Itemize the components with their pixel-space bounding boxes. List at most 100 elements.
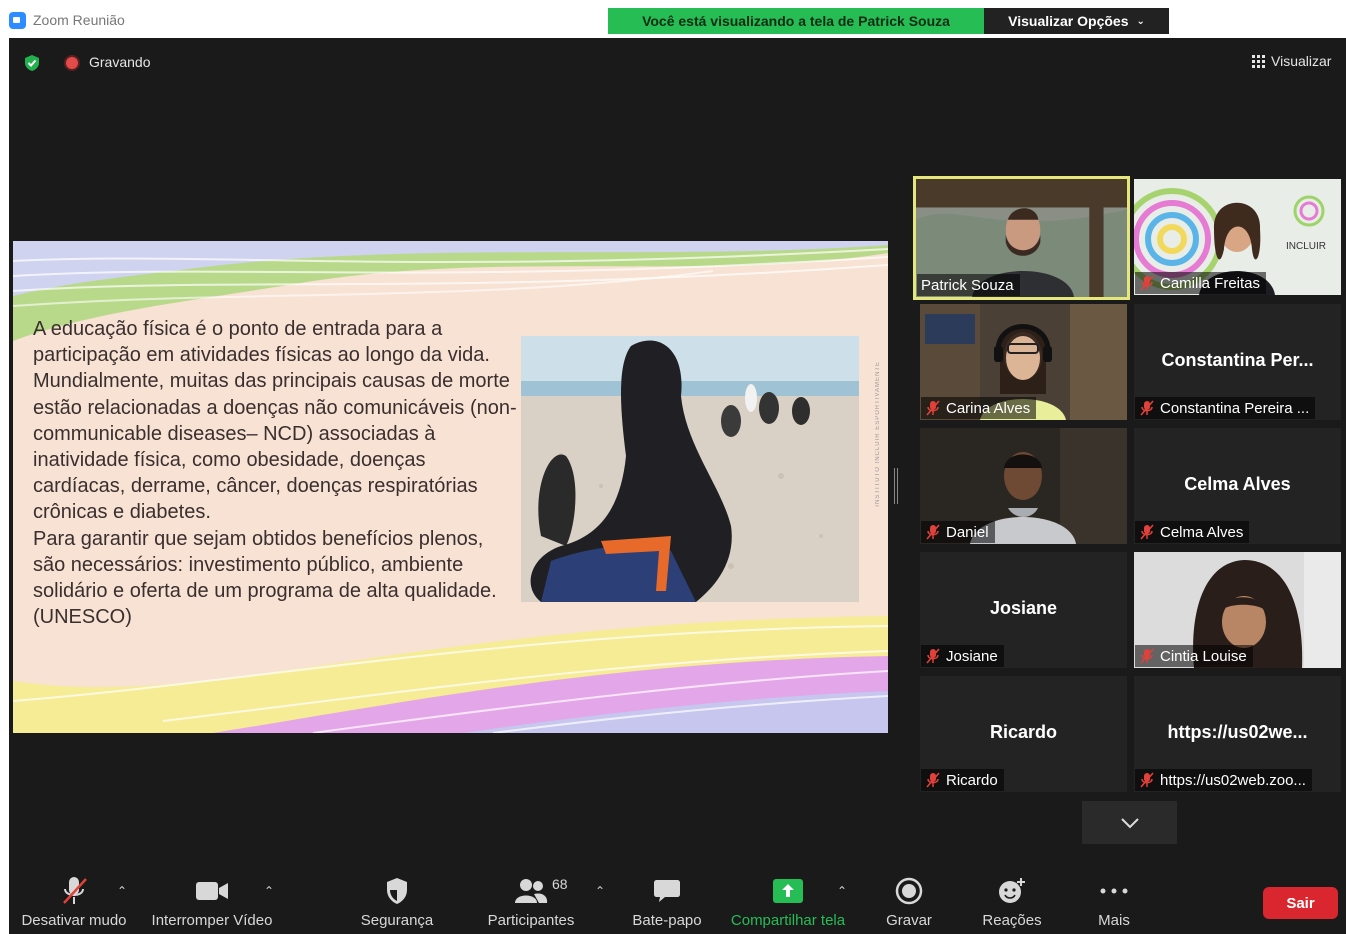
participant-name-label: Cintia Louise [1135, 645, 1253, 667]
participant-tile[interactable]: https://us02we... https://us02web.zoo... [1134, 676, 1341, 792]
grid-view-icon [1252, 54, 1265, 68]
security-shield-icon[interactable] [23, 54, 41, 72]
participant-name: Camilla Freitas [1160, 274, 1261, 292]
zoom-app-icon [9, 12, 26, 29]
chat-label: Bate-papo [632, 912, 702, 929]
title-bar: Zoom Reunião Você está visualizando a te… [0, 0, 1346, 38]
participant-name: Constantina Pereira ... [1160, 399, 1310, 417]
view-options-label: Visualizar Opções [1008, 13, 1129, 29]
participants-icon [515, 879, 548, 903]
participants-count: 68 [552, 876, 568, 892]
microphone-muted-icon [1140, 524, 1154, 540]
video-camera-icon [196, 882, 228, 900]
participant-name: Ricardo [946, 771, 998, 789]
microphone-muted-icon [1140, 648, 1154, 664]
window-title: Zoom Reunião [33, 12, 125, 28]
participant-tile[interactable]: Daniel [920, 428, 1127, 544]
view-button[interactable]: Visualizar [1252, 53, 1331, 69]
view-button-label: Visualizar [1271, 53, 1332, 69]
microphone-muted-icon [926, 400, 940, 416]
recording-label: Gravando [89, 54, 151, 70]
chevron-down-icon [1120, 817, 1139, 828]
participant-tile[interactable]: Celma Alves Celma Alves [1134, 428, 1341, 544]
microphone-muted-icon [1140, 400, 1154, 416]
more-label: Mais [1098, 912, 1130, 929]
microphone-muted-icon [926, 524, 940, 540]
slide-beach-photo [521, 336, 859, 602]
participant-tile[interactable]: Cintia Louise [1134, 552, 1341, 668]
participants-options-caret-icon[interactable]: ⌃ [595, 884, 605, 898]
participant-center-name: https://us02we... [1167, 722, 1308, 742]
participant-name-label: Patrick Souza [917, 274, 1020, 296]
participant-center-name: Celma Alves [1184, 474, 1291, 494]
slide-paragraph-2: Para garantir que sejam obtidos benefíci… [33, 527, 497, 629]
participant-name-label: Ricardo [921, 769, 1004, 791]
stop-video-button[interactable]: Interromper Vídeo [149, 874, 275, 929]
participant-center-name: Josiane [989, 598, 1058, 618]
participant-name-label: Constantina Pereira ... [1135, 397, 1316, 419]
participant-name: Josiane [946, 647, 998, 665]
meeting-toolbar: Desativar mudo ⌃ Interromper Vídeo ⌃ Seg… [9, 864, 1346, 934]
participant-name-label: Josiane [921, 645, 1004, 667]
share-options-caret-icon[interactable]: ⌃ [837, 884, 847, 898]
panel-resize-handle[interactable] [894, 468, 898, 504]
audio-options-caret-icon[interactable]: ⌃ [117, 884, 127, 898]
microphone-muted-icon [63, 877, 87, 904]
participant-tile[interactable]: Constantina Per... Constantina Pereira ..… [1134, 304, 1341, 420]
record-button[interactable]: Gravar [878, 874, 940, 929]
record-icon [895, 877, 923, 905]
reactions-emoji-icon [999, 878, 1025, 903]
security-label: Segurança [360, 912, 434, 929]
participant-name: Celma Alves [1160, 523, 1244, 541]
participant-tile[interactable]: Josiane Josiane [920, 552, 1127, 668]
video-options-caret-icon[interactable]: ⌃ [264, 884, 274, 898]
chevron-down-icon: ⌄ [1136, 15, 1145, 27]
view-options-button[interactable]: Visualizar Opções ⌄ [984, 8, 1169, 34]
participant-tile[interactable]: Patrick Souza [913, 176, 1130, 300]
security-shield-icon [387, 878, 407, 904]
participant-tile[interactable]: INCLUIR Camilla Freitas [1134, 179, 1341, 295]
chat-button[interactable]: Bate-papo [627, 874, 707, 929]
meeting-area: Gravando Visualizar A educação física é … [9, 38, 1346, 934]
share-screen-button[interactable]: Compartilhar tela [725, 874, 851, 929]
chat-bubble-icon [654, 880, 680, 902]
security-button[interactable]: Segurança [357, 874, 437, 929]
share-screen-icon [773, 879, 803, 903]
participant-name-label: https://us02web.zoo... [1135, 769, 1312, 791]
microphone-muted-icon [1140, 275, 1154, 291]
slide-text: A educação física é o ponto de entrada p… [33, 316, 518, 630]
participants-label: Participantes [487, 912, 575, 929]
participant-name: Daniel [946, 523, 989, 541]
stop-video-label: Interromper Vídeo [151, 912, 273, 929]
participant-name-label: Daniel [921, 521, 995, 543]
more-button[interactable]: Mais [1089, 874, 1139, 929]
unmute-label: Desativar mudo [21, 912, 127, 929]
participant-name-label: Celma Alves [1135, 521, 1250, 543]
more-dots-icon [1100, 888, 1128, 894]
reactions-button[interactable]: Reações [977, 874, 1047, 929]
participant-name: Cintia Louise [1160, 647, 1247, 665]
slide-paragraph-1: A educação física é o ponto de entrada p… [33, 318, 517, 524]
microphone-muted-icon [1140, 772, 1154, 788]
share-screen-label: Compartilhar tela [730, 912, 846, 929]
recording-icon [66, 57, 78, 69]
gallery-scroll-down-button[interactable] [1082, 801, 1177, 844]
shared-screen-slide: A educação física é o ponto de entrada p… [13, 241, 888, 733]
microphone-muted-icon [926, 648, 940, 664]
participant-tile[interactable]: Ricardo Ricardo [920, 676, 1127, 792]
leave-meeting-button[interactable]: Sair [1263, 887, 1338, 919]
participant-name-label: Camilla Freitas [1135, 272, 1267, 294]
logo-text: INCLUIR [1286, 241, 1326, 252]
slide-vertical-caption: INSTITUTO INCLUIR ESPORTIVAMENTE [875, 361, 881, 507]
participant-name: https://us02web.zoo... [1160, 771, 1306, 789]
participant-center-name: Constantina Per... [1161, 350, 1314, 370]
reactions-label: Reações [982, 912, 1042, 929]
share-banner: Você está visualizando a tela de Patrick… [608, 8, 984, 34]
participant-tile[interactable]: Carina Alves [920, 304, 1127, 420]
participant-name: Carina Alves [946, 399, 1031, 417]
microphone-muted-icon [926, 772, 940, 788]
record-label: Gravar [886, 912, 932, 929]
unmute-button[interactable]: Desativar mudo [19, 874, 129, 929]
participant-name: Patrick Souza [921, 276, 1014, 294]
participant-center-name: Ricardo [989, 722, 1058, 742]
